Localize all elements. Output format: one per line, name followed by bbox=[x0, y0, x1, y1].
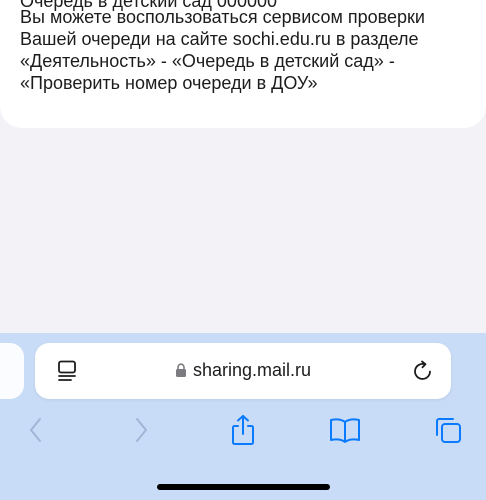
url-display[interactable]: sharing.mail.ru bbox=[35, 343, 451, 399]
tabs-icon bbox=[436, 418, 461, 443]
reload-icon[interactable] bbox=[411, 359, 435, 383]
bookmarks-button[interactable] bbox=[328, 413, 362, 447]
lock-icon bbox=[175, 363, 186, 377]
bookmarks-book-icon bbox=[330, 418, 360, 443]
previous-tab-address-bar[interactable] bbox=[0, 343, 24, 399]
share-icon bbox=[232, 415, 254, 445]
message-text: Вы можете воспользоваться сервисом прове… bbox=[20, 7, 425, 93]
back-button[interactable] bbox=[19, 413, 53, 447]
share-button[interactable] bbox=[226, 413, 260, 447]
message-card: Очередь в детский сад 000000 Вы можете в… bbox=[0, 0, 486, 128]
forward-button[interactable] bbox=[124, 413, 158, 447]
home-indicator[interactable] bbox=[157, 484, 330, 490]
url-text: sharing.mail.ru bbox=[192, 359, 312, 380]
forward-chevron-icon bbox=[136, 418, 147, 442]
address-bar[interactable]: sharing.mail.ru bbox=[35, 343, 451, 399]
tabs-button[interactable] bbox=[431, 413, 465, 447]
browser-toolbar: sharing.mail.ru bbox=[0, 333, 486, 500]
back-chevron-icon bbox=[30, 418, 41, 442]
